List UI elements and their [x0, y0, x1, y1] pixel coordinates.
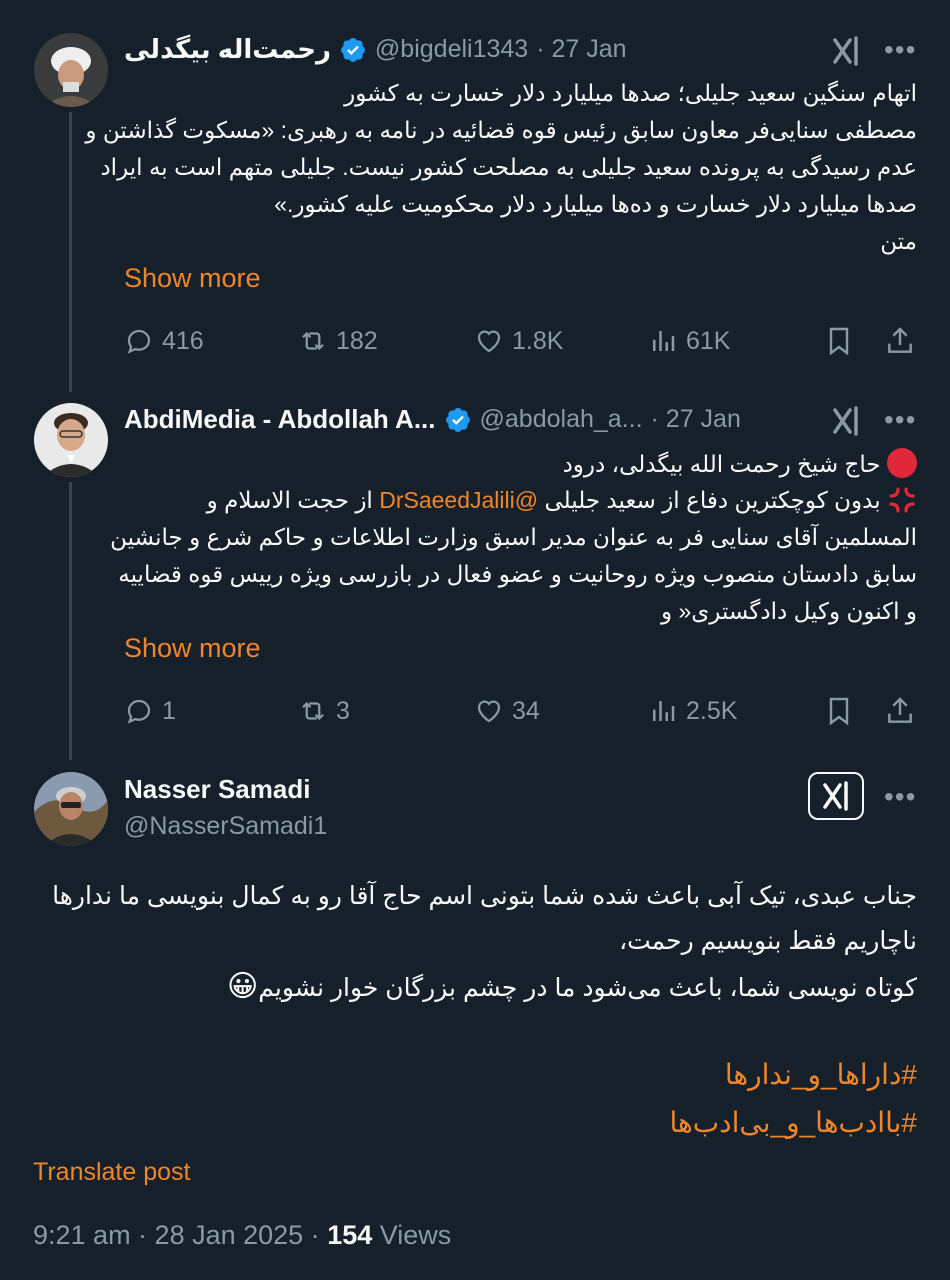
post-text-line: کوتاه نویسی شما، باعث می‌شود ما در چشم ب… — [258, 974, 917, 1002]
grinning-face-emoji-icon: 😀 — [226, 970, 259, 1003]
anger-symbol-emoji-icon — [889, 487, 915, 513]
hashtag-link[interactable]: #داراها_و_ندارها — [725, 1058, 917, 1091]
verified-badge-icon — [445, 407, 470, 432]
bookmark-icon[interactable] — [823, 695, 855, 727]
post-timestamp[interactable]: 9:21 am · 28 Jan 2025 · — [33, 1220, 327, 1250]
more-options-icon[interactable]: ••• — [884, 34, 916, 66]
author-name[interactable]: Nasser Samadi — [124, 774, 310, 805]
like-count: 1.8K — [512, 326, 564, 355]
author-handle[interactable]: @NasserSamadi1 — [124, 812, 327, 841]
reply-count: 1 — [162, 696, 176, 725]
post-text-segment: از حجت الاسلام و — [206, 487, 373, 513]
reply-button[interactable]: 416 — [124, 326, 204, 356]
bookmark-icon[interactable] — [823, 325, 855, 357]
post-date[interactable]: · 27 Jan — [536, 35, 626, 64]
repost-icon — [302, 331, 324, 351]
more-options-icon[interactable]: ••• — [884, 781, 916, 813]
avatar[interactable] — [34, 33, 108, 107]
views-number: 154 — [327, 1220, 373, 1250]
heart-icon — [477, 700, 501, 723]
verified-badge-icon — [340, 37, 365, 62]
avatar[interactable] — [34, 403, 108, 477]
views-button[interactable]: 2.5K — [648, 696, 737, 726]
hashtag-link[interactable]: #باادب‌ها_و_بی‌ادب‌ها — [669, 1106, 917, 1139]
repost-button[interactable]: 3 — [298, 696, 350, 726]
post-text-line: صدها میلیارد دلار خسارت و ده‌ها میلیارد … — [274, 191, 917, 217]
views-button[interactable]: 61K — [648, 326, 730, 356]
post-text-line: سابق دادستان منصوب ویژه روحانیت و عضو فع… — [118, 561, 917, 587]
show-more-link[interactable]: Show more — [124, 633, 261, 664]
reply-icon — [127, 699, 151, 724]
post-text-line: جناب عبدی، تیک آبی باعث شده شما بتونی اس… — [52, 882, 917, 910]
post-text-line: مصطفی سنایی‌فر معاون سابق رئیس قوه قضائی… — [85, 117, 917, 143]
grok-icon — [823, 781, 848, 811]
like-button[interactable]: 34 — [474, 696, 540, 726]
post-text-segment: بدون کوچکترین دفاع از سعید جلیلی — [544, 487, 881, 513]
thread-line-2 — [69, 482, 72, 760]
reply-icon — [127, 329, 151, 354]
views-label: Views — [372, 1220, 452, 1250]
author-handle[interactable]: @bigdeli1343 — [375, 35, 528, 64]
more-options-icon[interactable]: ••• — [884, 404, 916, 436]
avatar-image — [34, 33, 108, 107]
mention-link[interactable]: @DrSaeedJalili — [379, 487, 538, 513]
thread-line-1 — [69, 112, 72, 392]
share-icon[interactable] — [884, 325, 916, 357]
share-icon[interactable] — [884, 695, 916, 727]
avatar[interactable] — [34, 772, 108, 846]
views-icon — [653, 331, 675, 351]
grok-icon[interactable] — [830, 404, 864, 438]
reply-count: 416 — [162, 326, 204, 355]
repost-count: 182 — [336, 326, 378, 355]
post-text-line: ناچاریم فقط بنویسیم رحمت، — [619, 927, 917, 955]
grok-icon[interactable] — [830, 34, 864, 68]
like-button[interactable]: 1.8K — [474, 326, 563, 356]
repost-count: 3 — [336, 696, 350, 725]
avatar-image — [34, 772, 108, 846]
post-text-line: متن — [880, 228, 917, 254]
reply-button[interactable]: 1 — [124, 696, 176, 726]
show-more-link[interactable]: Show more — [124, 263, 261, 294]
translate-post-link[interactable]: Translate post — [33, 1158, 190, 1187]
author-handle[interactable]: @abdolah_a... — [480, 405, 643, 434]
heart-icon — [477, 330, 501, 353]
red-circle-emoji-icon — [887, 448, 917, 478]
post-timestamp-row: 9:21 am · 28 Jan 2025 · 154 Views — [33, 1220, 451, 1251]
grok-button[interactable] — [808, 772, 864, 820]
views-count: 2.5K — [686, 696, 738, 725]
views-count: 61K — [686, 326, 731, 355]
like-count: 34 — [512, 696, 540, 725]
author-name[interactable]: AbdiMedia - Abdollah A... — [124, 404, 436, 435]
avatar-image — [34, 403, 108, 477]
author-name[interactable]: رحمت‌اله بیگدلی — [124, 34, 331, 65]
post-text-line: حاج شیخ رحمت الله بیگدلی، درود — [562, 451, 881, 477]
views-icon — [653, 701, 675, 721]
post-text-line: اتهام سنگین سعید جلیلی؛ صدها میلیارد دلا… — [344, 80, 917, 106]
post-text-line: عدم رسیدگی به پرونده سعید جلیلی به مصلحت… — [100, 154, 917, 180]
post-date[interactable]: · 27 Jan — [651, 405, 741, 434]
repost-button[interactable]: 182 — [298, 326, 378, 356]
post-text-line: المسلمین آقای سنایی فر به عنوان مدیر اسب… — [110, 524, 917, 550]
post-text-line: و اکنون وکیل دادگستری« و — [660, 598, 917, 624]
repost-icon — [302, 701, 324, 721]
